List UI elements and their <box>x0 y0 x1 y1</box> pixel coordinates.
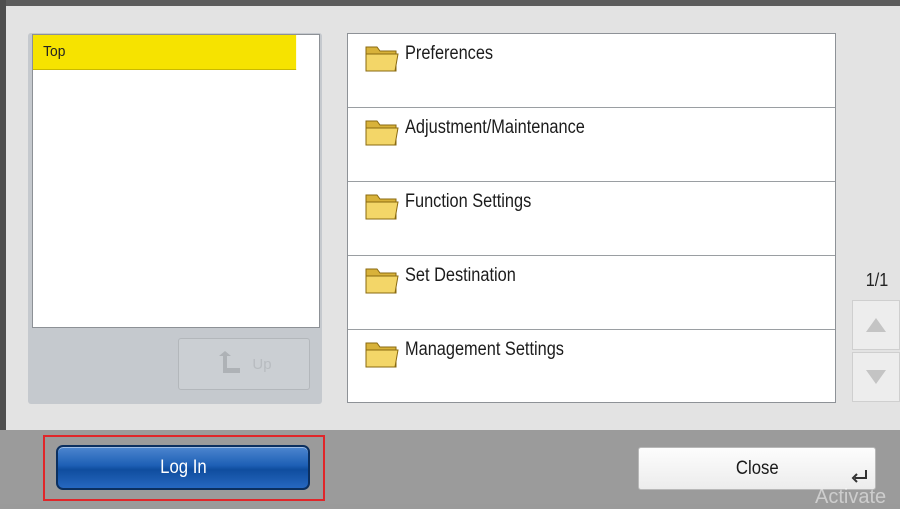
up-button[interactable]: Up <box>178 338 310 390</box>
tree-item-top[interactable]: Top <box>33 35 297 70</box>
folder-label: Adjustment/Maintenance <box>405 117 585 138</box>
folder-label: Management Settings <box>405 339 564 360</box>
login-button[interactable]: Log In <box>56 445 310 490</box>
folder-icon <box>365 342 399 368</box>
scroll-down-icon <box>866 370 886 384</box>
enter-icon <box>851 470 867 483</box>
scroll-up-icon <box>866 318 886 332</box>
scroll-down-button[interactable] <box>852 352 900 402</box>
folder-item-management-settings[interactable]: Management Settings <box>348 330 835 404</box>
page-indicator: 1/1 <box>865 270 889 290</box>
folder-item-function-settings[interactable]: Function Settings <box>348 182 835 256</box>
activation-watermark: Activate <box>815 486 887 508</box>
folder-label: Preferences <box>405 43 494 64</box>
folder-icon <box>365 46 399 72</box>
folder-item-set-destination[interactable]: Set Destination <box>348 256 835 330</box>
folder-icon <box>365 268 399 294</box>
folder-item-adjustment-maintenance[interactable]: Adjustment/Maintenance <box>348 108 835 182</box>
tree-list[interactable]: Top <box>32 34 320 328</box>
folder-label: Set Destination <box>405 265 516 286</box>
folder-list: Preferences Adjustment/Maintenance Funct… <box>347 33 836 403</box>
folder-icon <box>365 120 399 146</box>
close-button-label: Close <box>735 457 779 479</box>
folder-icon <box>365 194 399 220</box>
folder-label: Function Settings <box>405 191 532 212</box>
close-button[interactable]: Close <box>638 447 876 490</box>
up-arrow-icon <box>219 351 241 373</box>
login-button-label: Log In <box>159 456 207 478</box>
scroll-up-button[interactable] <box>852 300 900 350</box>
up-button-label: Up <box>252 355 272 373</box>
folder-item-preferences[interactable]: Preferences <box>348 34 835 108</box>
